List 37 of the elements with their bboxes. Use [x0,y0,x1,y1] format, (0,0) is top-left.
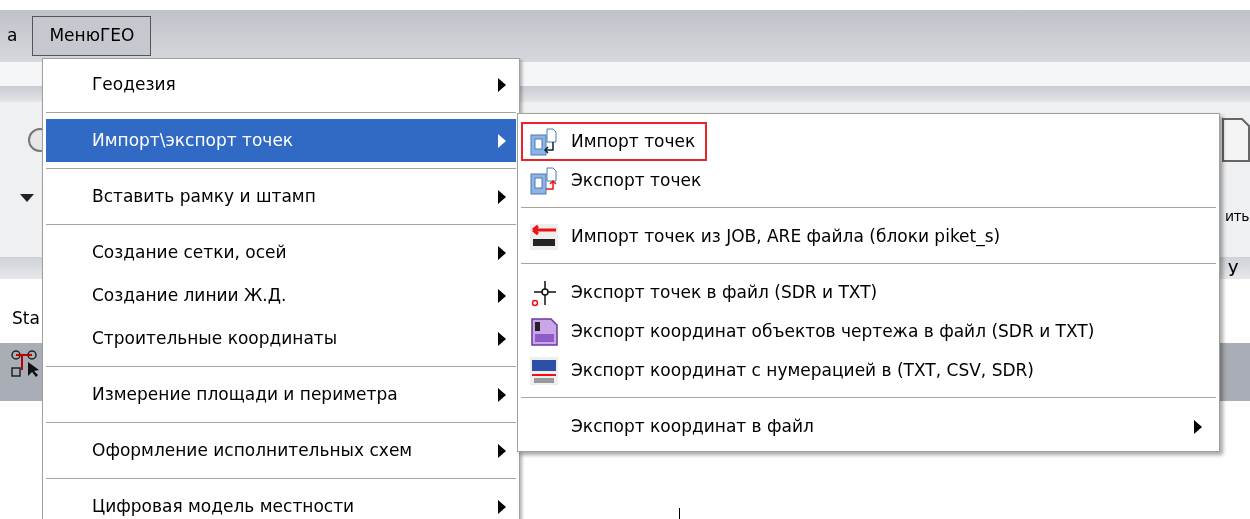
coordinates-icon [529,355,559,386]
submenu-item[interactable]: Экспорт точек в файл (SDR и TXT) [521,273,1216,312]
arrow-file-icon [529,221,559,252]
menu-item[interactable]: Создание линии Ж.Д. [46,274,516,317]
menu-item[interactable]: Строительные координаты [46,317,516,360]
document-arrow-icon [529,126,559,157]
submenu-item[interactable]: Экспорт координат объектов чертежа в файл (SDR и TXT) [521,312,1216,351]
highlight-frame: Импорт точек из JOB, ARE файла (блоки piket_s) [521,217,1013,256]
crosshair-cursor [678,508,681,519]
button-label: ить [1225,207,1249,226]
file-icon [529,316,559,347]
highlight-frame: Экспорт координат объектов чертежа в файл (SDR и TXT) [521,312,1107,351]
submenu-item[interactable]: Экспорт координат в файл [521,407,1216,446]
menu-bar-item[interactable]: а [6,16,27,56]
menu-bar-item[interactable]: МенюГЕО [32,16,152,56]
menu-item[interactable]: Вставить рамку и штамп [46,175,516,218]
cursor-select-icon[interactable] [8,350,40,378]
submenu-item[interactable]: Импорт точек из JOB, ARE файла (блоки piket_s) [521,217,1216,256]
highlight-frame: Импорт точек [521,122,708,161]
highlight-frame: Экспорт точек в файл (SDR и TXT) [521,273,890,312]
menu-item[interactable]: Цифровая модель местности [46,485,516,519]
highlight-frame: Экспорт точек [521,161,714,200]
column-header: У [1228,259,1239,282]
menu-item[interactable]: Создание сетки, осей [46,231,516,274]
dropdown-caret-icon[interactable] [20,194,34,202]
menu-item[interactable]: Геодезия [46,63,516,106]
menu-item[interactable]: Импорт\экспорт точек [46,119,516,162]
menu-item[interactable]: Оформление исполнительных схем [46,429,516,472]
highlight-frame: Экспорт координат с нумерацией в (TXT, CSV, SDR) [521,351,1046,390]
submenu-item[interactable]: Импорт точек [521,122,1216,161]
panel-label: Sta [12,307,40,330]
submenu-item[interactable]: Экспорт точек [521,161,1216,200]
highlight-frame: Экспорт координат в файл [521,407,826,446]
document-arrow-icon [529,165,559,196]
menu-item[interactable]: Измерение площади и периметра [46,373,516,416]
submenu-item[interactable]: Экспорт координат с нумерацией в (TXT, CSV, SDR) [521,351,1216,390]
document-icon[interactable] [1222,118,1250,162]
